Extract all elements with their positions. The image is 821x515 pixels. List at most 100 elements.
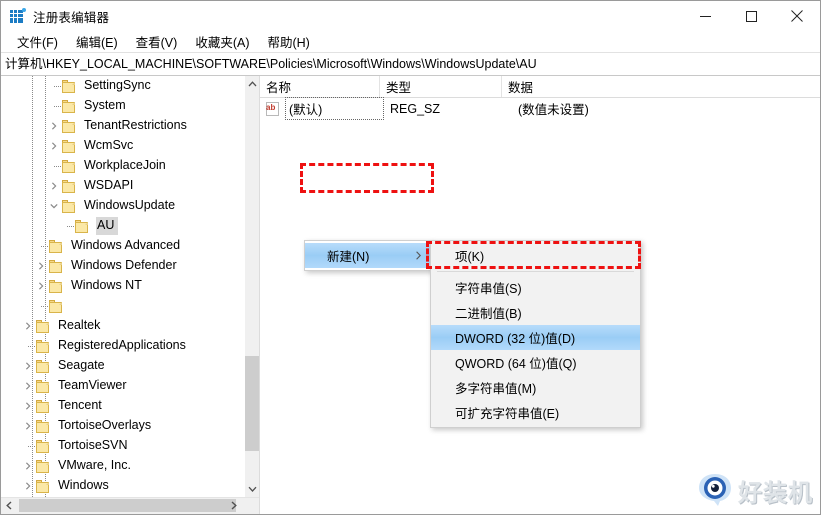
tree-item-teamviewer[interactable]: TeamViewer xyxy=(1,376,244,396)
value-name-cell: (默认) xyxy=(285,97,384,120)
tree-item-seagate[interactable]: Seagate xyxy=(1,356,244,376)
chevron-right-icon[interactable] xyxy=(20,416,36,436)
tree-item-tenantrestrictions[interactable]: TenantRestrictions xyxy=(1,116,244,136)
menu-edit[interactable]: 编辑(E) xyxy=(67,30,127,54)
chevron-down-icon[interactable] xyxy=(46,196,62,216)
chevron-right-icon xyxy=(416,249,421,263)
tree-scroll-thumb[interactable] xyxy=(245,356,259,451)
registry-tree-pane: SettingSync System TenantRestrictions WcmSv… xyxy=(1,76,260,514)
maximize-button[interactable] xyxy=(728,1,774,31)
minimize-button[interactable] xyxy=(682,1,728,31)
title-bar-left: 注册表编辑器 xyxy=(1,7,109,26)
column-header-data[interactable]: 数据 xyxy=(502,76,820,97)
context-menu-item[interactable]: 字符串值(S) xyxy=(431,275,640,300)
tree-item-label: Windows Defender xyxy=(71,258,177,272)
chevron-right-icon[interactable] xyxy=(20,396,36,416)
tree-item-tortoisesvn[interactable]: TortoiseSVN xyxy=(1,436,244,456)
scroll-up-icon[interactable] xyxy=(245,76,259,92)
tree-item-workplacejoin[interactable]: WorkplaceJoin xyxy=(1,156,244,176)
menu-file[interactable]: 文件(F) xyxy=(8,30,67,54)
window-title: 注册表编辑器 xyxy=(33,10,110,25)
chevron-right-icon[interactable] xyxy=(33,276,49,296)
tree-item-windows-nt[interactable]: Windows NT xyxy=(1,276,244,296)
tree-item-label: Seagate xyxy=(58,358,105,372)
tree-connector xyxy=(59,216,75,236)
tree-hscroll-thumb[interactable] xyxy=(19,499,236,512)
registry-path-input[interactable]: 计算机\HKEY_LOCAL_MACHINE\SOFTWARE\Policies… xyxy=(1,54,820,74)
context-menu-item[interactable]: 二进制值(B) xyxy=(431,300,640,325)
tree-item-tortoiseoverlays[interactable]: TortoiseOverlays xyxy=(1,416,244,436)
table-row[interactable]: ab (默认) REG_SZ (数值未设置) xyxy=(260,97,820,120)
value-data-cell: (数值未设置) xyxy=(518,103,589,117)
scroll-down-icon[interactable] xyxy=(245,481,259,497)
tree-item-label: RegisteredApplications xyxy=(58,338,186,352)
tree-item-au[interactable]: AU xyxy=(1,216,244,236)
chevron-right-icon[interactable] xyxy=(46,176,62,196)
folder-icon xyxy=(36,419,52,433)
tree-item-label: TortoiseSVN xyxy=(58,438,128,452)
chevron-right-icon[interactable] xyxy=(20,316,36,336)
chevron-right-icon[interactable] xyxy=(20,456,36,476)
chevron-right-icon[interactable] xyxy=(20,476,36,496)
folder-icon xyxy=(36,399,52,413)
tree-item-realtek[interactable]: Realtek xyxy=(1,316,244,336)
tree-item-label: WSDAPI xyxy=(84,178,134,192)
context-menu-item[interactable]: DWORD (32 位)值(D) xyxy=(431,325,640,350)
menu-help[interactable]: 帮助(H) xyxy=(258,30,318,54)
close-button[interactable] xyxy=(774,1,820,31)
registry-editor-icon xyxy=(10,8,26,24)
title-bar: 注册表编辑器 xyxy=(1,1,820,31)
context-menu-item[interactable]: QWORD (64 位)值(Q) xyxy=(431,350,640,375)
folder-icon xyxy=(36,459,52,473)
tree-item-wsdapi[interactable]: WSDAPI xyxy=(1,176,244,196)
tree-item[interactable] xyxy=(1,296,244,316)
folder-icon xyxy=(62,119,78,133)
chevron-right-icon[interactable] xyxy=(20,376,36,396)
tree-vertical-scrollbar[interactable] xyxy=(244,76,259,497)
context-menu-item[interactable]: 多字符串值(M) xyxy=(431,375,640,400)
context-menu-new: 新建(N) xyxy=(304,240,432,271)
context-menu-item-label: 多字符串值(M) xyxy=(455,382,537,396)
tree-item-label: SettingSync xyxy=(84,78,151,92)
tree-item-label: System xyxy=(84,98,126,112)
scroll-left-icon[interactable] xyxy=(1,498,17,513)
tree-item-windowsupdate[interactable]: WindowsUpdate xyxy=(1,196,244,216)
tree-item-vmware-inc[interactable]: VMware, Inc. xyxy=(1,456,244,476)
tree-item-tencent[interactable]: Tencent xyxy=(1,396,244,416)
context-menu-item[interactable]: 可扩充字符串值(E) xyxy=(431,400,640,425)
column-header-type[interactable]: 类型 xyxy=(380,76,502,97)
tree-horizontal-scrollbar[interactable] xyxy=(1,497,259,514)
tree-item-label: Realtek xyxy=(58,318,101,332)
chevron-right-icon[interactable] xyxy=(20,356,36,376)
tree-item-label: WindowsUpdate xyxy=(84,198,176,212)
chevron-right-icon[interactable] xyxy=(46,136,62,156)
folder-icon xyxy=(49,279,65,293)
context-menu-item-label: 项(K) xyxy=(455,250,485,264)
context-menu-item-label: 二进制值(B) xyxy=(455,307,522,321)
context-menu-item-new[interactable]: 新建(N) xyxy=(305,243,431,268)
folder-icon xyxy=(62,159,78,173)
tree-item-wcmsvc[interactable]: WcmSvc xyxy=(1,136,244,156)
folder-icon xyxy=(62,199,78,213)
menu-separator xyxy=(437,271,634,272)
tree-item-system[interactable]: System xyxy=(1,96,244,116)
scroll-right-icon[interactable] xyxy=(226,498,242,513)
tree-connector xyxy=(46,156,62,176)
context-menu-item[interactable]: 项(K) xyxy=(431,243,640,268)
chevron-right-icon[interactable] xyxy=(46,116,62,136)
tree-item-settingsync[interactable]: SettingSync xyxy=(1,76,244,96)
menu-view[interactable]: 查看(V) xyxy=(127,30,187,54)
chevron-right-icon[interactable] xyxy=(33,256,49,276)
column-header-name[interactable]: 名称 xyxy=(260,76,380,97)
tree-item-registeredapplications[interactable]: RegisteredApplications xyxy=(1,336,244,356)
tree-item-windows-defender[interactable]: Windows Defender xyxy=(1,256,244,276)
tree-item-windows[interactable]: Windows xyxy=(1,476,244,496)
tree-item-windows-advanced[interactable]: Windows Advanced xyxy=(1,236,244,256)
menu-favorites[interactable]: 收藏夹(A) xyxy=(186,30,258,54)
